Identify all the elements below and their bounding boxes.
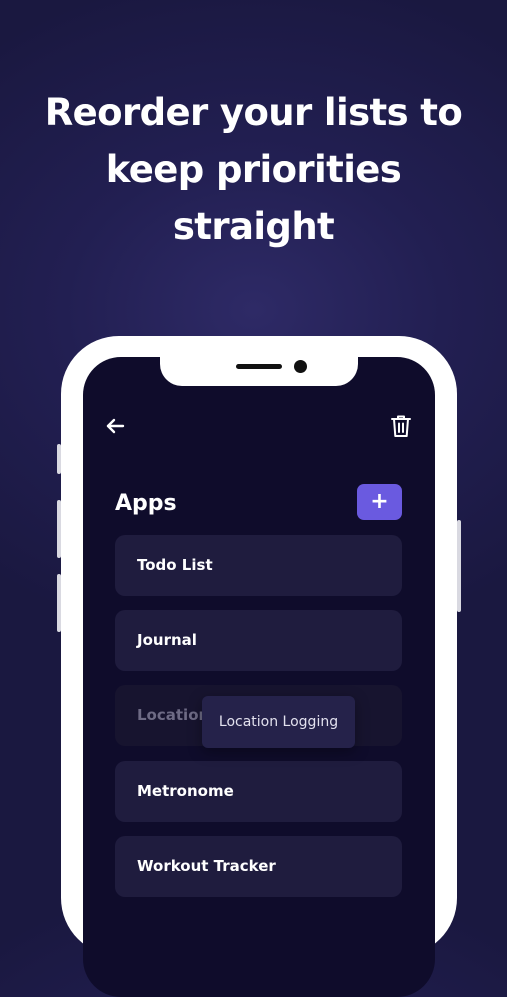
list-item-label: Todo List [137,556,213,574]
trash-icon [391,415,411,437]
list-item[interactable]: Todo List [115,535,402,596]
add-item-button[interactable]: + [357,484,402,520]
list-item[interactable]: Journal [115,610,402,671]
section-title: Apps [115,491,177,516]
list-item[interactable]: Workout Tracker [115,836,402,897]
list-item-label: Journal [137,631,197,649]
arrow-left-icon [106,418,125,434]
list-item-label: Metronome [137,782,234,800]
list-item-label: Workout Tracker [137,857,276,875]
headline: Reorder your lists to keep priorities st… [44,91,463,248]
list-item[interactable]: Metronome [115,761,402,822]
power-button [457,520,461,612]
phone-mockup: Apps + Todo List Journal Location Loggin… [57,336,461,997]
volume-up-button [57,500,61,558]
front-camera [294,360,307,373]
back-button[interactable] [103,414,127,438]
delete-button[interactable] [389,413,413,439]
silent-switch [57,444,61,474]
notch [160,357,358,386]
speaker-grille [236,364,282,369]
dragging-item[interactable]: Location Logging [202,696,355,748]
phone-screen: Apps + Todo List Journal Location Loggin… [83,357,435,997]
volume-down-button [57,574,61,632]
